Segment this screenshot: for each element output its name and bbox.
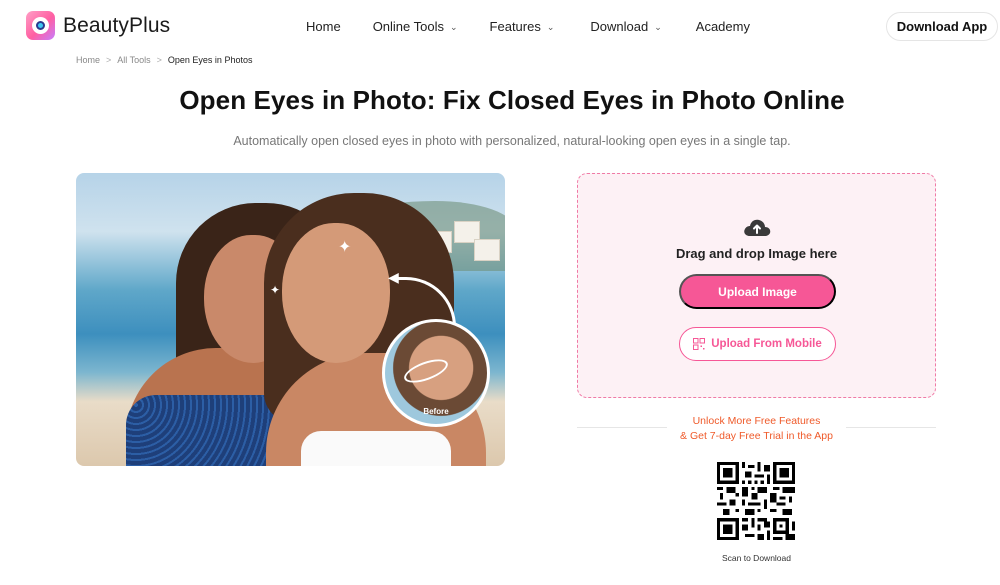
scan-to-download-label: Scan to Download [722,553,791,563]
nav-academy[interactable]: Academy [696,19,750,34]
promo-line-2: & Get 7-day Free Trial in the App [680,430,833,442]
nav-download-label: Download [590,18,649,34]
hero-example-image: ✦ ✦ ◀ Before [76,173,505,466]
download-app-button[interactable]: Download App [886,12,998,41]
nav-download[interactable]: Download ⌄ [590,19,661,34]
upload-from-mobile-button[interactable]: Upload From Mobile [679,327,836,361]
page-title: Open Eyes in Photo: Fix Closed Eyes in P… [179,85,845,115]
beautyplus-logo-icon [26,11,55,40]
upload-image-button[interactable]: Upload Image [679,274,836,309]
nav-home[interactable]: Home [306,19,341,34]
page-subtitle: Automatically open closed eyes in photo … [233,134,791,148]
nav-online-tools[interactable]: Online Tools ⌄ [373,19,458,34]
promo-text: Unlock More Free Features & Get 7-day Fr… [577,414,936,444]
before-preview: Before [382,319,490,427]
brand-name: BeautyPlus [63,13,171,37]
breadcrumb-separator-icon: > [156,55,162,65]
nav-online-tools-label: Online Tools [372,18,444,34]
breadcrumb-home[interactable]: Home [76,55,100,65]
promo-line-1: Unlock More Free Features [692,415,821,427]
sparkle-icon: ✦ [270,283,281,297]
site-header: BeautyPlus Home Online Tools ⌄ Features … [0,0,1000,52]
breadcrumb-all-tools[interactable]: All Tools [117,55,150,65]
cloud-upload-icon [744,219,771,236]
brand-logo[interactable]: BeautyPlus [26,11,170,40]
drop-text: Drag and drop Image here [675,246,838,261]
breadcrumb-separator-icon: > [106,55,112,65]
arrow-head-icon: ◀ [388,269,399,285]
nav-features[interactable]: Features ⌄ [490,19,555,34]
upload-from-mobile-label: Upload From Mobile [711,338,822,350]
nav-home-label: Home [306,18,341,34]
before-label: Before [423,407,449,416]
qr-code-icon [693,338,706,350]
chevron-down-icon: ⌄ [654,21,662,32]
breadcrumb-current: Open Eyes in Photos [167,55,253,65]
main-nav: Home Online Tools ⌄ Features ⌄ Download … [306,0,750,52]
breadcrumb: Home > All Tools > Open Eyes in Photos [76,55,252,65]
chevron-down-icon: ⌄ [546,21,555,32]
sparkle-icon: ✦ [338,239,352,256]
upload-dropzone[interactable]: Drag and drop Image here Upload Image Up… [577,173,936,398]
download-qr-code [717,462,795,540]
nav-academy-label: Academy [695,18,750,34]
nav-features-label: Features [489,18,541,34]
chevron-down-icon: ⌄ [450,21,458,32]
